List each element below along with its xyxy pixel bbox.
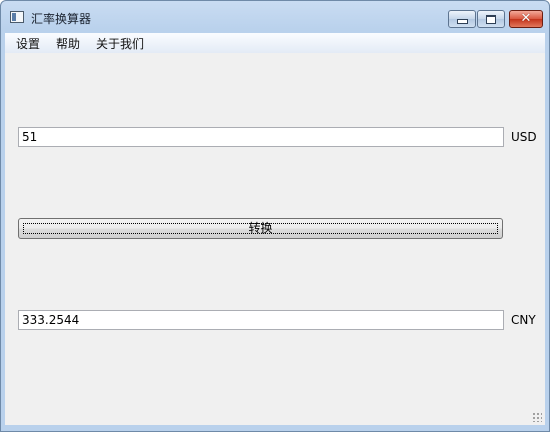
window-title: 汇率换算器	[31, 12, 92, 26]
minimize-button[interactable]	[448, 10, 476, 28]
menu-about[interactable]: 关于我们	[94, 35, 146, 52]
menu-bar: 设置 帮助 关于我们	[5, 33, 545, 53]
main-panel: USD 转换 CNY	[5, 53, 545, 425]
close-button[interactable]: ✕	[509, 10, 543, 28]
from-currency-label: USD	[511, 130, 537, 144]
convert-button[interactable]: 转换	[18, 218, 503, 239]
close-icon: ✕	[520, 11, 532, 26]
menu-help[interactable]: 帮助	[54, 35, 82, 52]
app-window: 汇率换算器 ✕ 设置 帮助 关于我们 USD 转换 CNY	[0, 0, 550, 432]
title-bar[interactable]: 汇率换算器 ✕	[1, 1, 549, 33]
to-currency-label: CNY	[511, 313, 536, 327]
maximize-button[interactable]	[477, 10, 505, 28]
amount-input[interactable]	[18, 127, 504, 147]
maximize-icon	[486, 14, 496, 24]
result-output[interactable]	[18, 310, 504, 330]
convert-button-label: 转换	[21, 221, 500, 236]
resize-grip-icon[interactable]	[532, 412, 542, 422]
menu-settings[interactable]: 设置	[14, 35, 42, 52]
minimize-icon	[456, 19, 468, 24]
app-icon[interactable]	[10, 11, 24, 23]
